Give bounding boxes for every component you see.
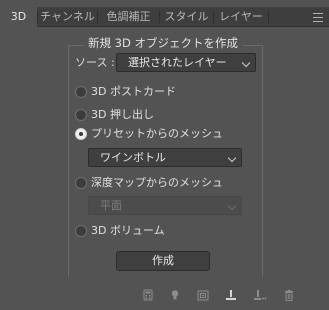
radio-mesh-from-preset[interactable]: プリセットからのメッシュ	[75, 127, 235, 143]
radio-label: 深度マップからのメッシュ	[91, 176, 223, 189]
preset-select[interactable]: ワインボトル	[88, 148, 242, 167]
source-label: ソース :	[75, 56, 115, 69]
radio-button[interactable]	[75, 109, 87, 121]
radio-button[interactable]	[75, 86, 87, 98]
radio-3d-volume[interactable]: 3D ボリューム	[75, 224, 195, 240]
chevron-down-icon	[241, 58, 251, 68]
group-title: 新規 3D オブジェクトを作成	[84, 36, 242, 50]
panel-content: 新規 3D オブジェクトを作成 ソース : 選択されたレイヤー 3D ポストカー…	[0, 28, 329, 310]
radio-label: 3D ボリューム	[91, 224, 165, 237]
light-adjust-icon[interactable]	[252, 287, 268, 303]
tab-styles[interactable]: スタイル	[160, 7, 213, 27]
source-select-value: 選択されたレイヤー	[128, 56, 227, 69]
radio-button[interactable]	[75, 177, 87, 189]
radio-3d-extrusion[interactable]: 3D 押し出し	[75, 108, 195, 124]
tab-adjustments[interactable]: 色調補正	[98, 7, 159, 27]
radio-button-checked[interactable]	[75, 128, 87, 140]
preset-select-value: ワインボトル	[100, 151, 166, 164]
radio-3d-postcard[interactable]: 3D ポストカード	[75, 85, 195, 101]
panel-tab-bar: 3D チャンネル 色調補正 スタイル レイヤー	[0, 7, 329, 28]
lightbulb-icon[interactable]	[167, 287, 183, 303]
3d-panel: 3D チャンネル 色調補正 スタイル レイヤー 新規 3D オブジェクトを作成 …	[0, 0, 329, 310]
trash-icon[interactable]	[281, 287, 297, 303]
radio-label: プリセットからのメッシュ	[91, 127, 223, 140]
source-select[interactable]: 選択されたレイヤー	[116, 53, 256, 72]
frame-icon[interactable]	[195, 287, 211, 303]
radio-mesh-from-depth-map[interactable]: 深度マップからのメッシュ	[75, 176, 245, 192]
tab-layers[interactable]: レイヤー	[214, 7, 268, 27]
depth-map-select-value: 平面	[100, 199, 122, 212]
bottom-toolbar	[0, 282, 329, 310]
ground-plane-icon[interactable]	[223, 287, 239, 303]
calculator-icon[interactable]	[140, 287, 156, 303]
radio-label: 3D ポストカード	[91, 85, 176, 98]
radio-label: 3D 押し出し	[91, 108, 154, 121]
create-button[interactable]: 作成	[116, 251, 210, 271]
radio-button[interactable]	[75, 225, 87, 237]
chevron-down-icon	[227, 153, 237, 163]
tab-channels[interactable]: チャンネル	[38, 7, 97, 27]
hamburger-menu-icon[interactable]	[312, 10, 324, 24]
chevron-down-icon	[227, 201, 237, 211]
depth-map-select: 平面	[88, 196, 242, 215]
tab-3d[interactable]: 3D	[0, 7, 37, 28]
tab-divider	[268, 11, 269, 23]
